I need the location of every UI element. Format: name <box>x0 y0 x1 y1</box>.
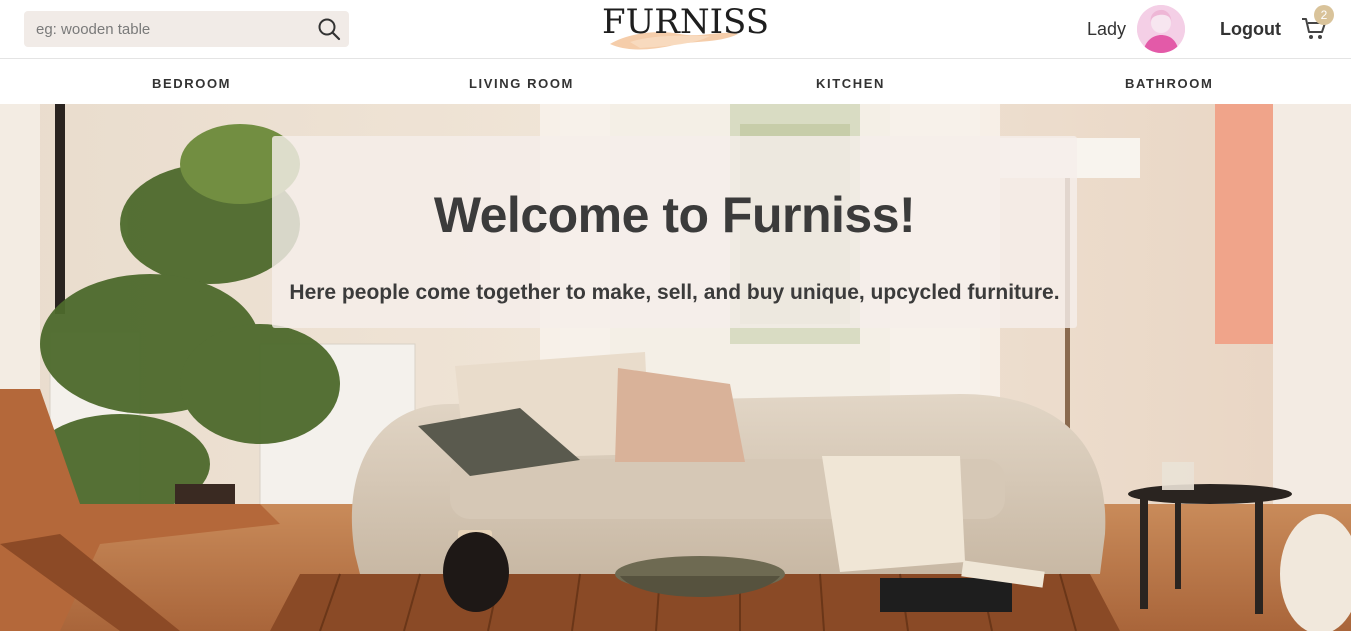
welcome-card: Welcome to Furniss! Here people come tog… <box>272 136 1077 328</box>
top-header: FURNISS Lady Logout 2 <box>0 0 1351 59</box>
welcome-title: Welcome to Furniss! <box>433 187 916 243</box>
search-bar <box>24 11 349 47</box>
nav-item-bedroom[interactable]: BEDROOM <box>152 76 231 91</box>
logo-text: FURNISS <box>602 2 770 42</box>
hero-banner: Welcome to Furniss! Here people come tog… <box>0 104 1351 631</box>
search-icon[interactable] <box>309 11 349 47</box>
welcome-subtitle: Here people come together to make, sell,… <box>289 281 1060 304</box>
cart-count-badge: 2 <box>1314 5 1334 25</box>
nav-item-kitchen[interactable]: KITCHEN <box>816 76 885 91</box>
user-name: Lady <box>1087 19 1127 39</box>
avatar-icon[interactable] <box>1137 5 1185 53</box>
category-nav: BEDROOM LIVING ROOM KITCHEN BATHROOM <box>0 59 1351 104</box>
search-input[interactable] <box>24 11 309 47</box>
logout-button[interactable]: Logout <box>1220 19 1281 40</box>
nav-item-bathroom[interactable]: BATHROOM <box>1125 76 1213 91</box>
site-logo[interactable]: FURNISS <box>596 2 769 54</box>
nav-item-living-room[interactable]: LIVING ROOM <box>469 76 574 91</box>
